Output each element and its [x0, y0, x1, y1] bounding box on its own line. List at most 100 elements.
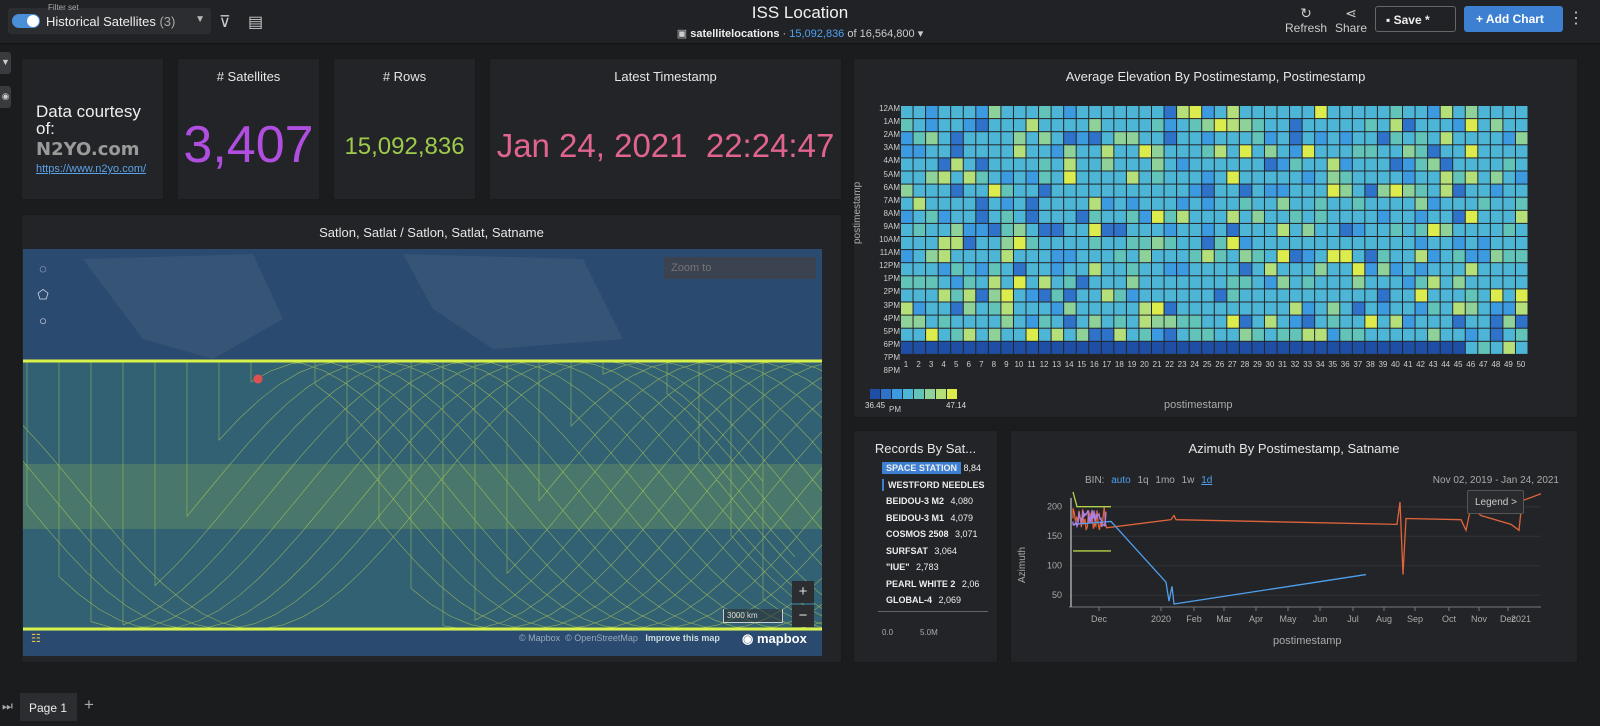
heatmap-cell[interactable]	[913, 341, 926, 354]
heatmap-cell[interactable]	[1440, 276, 1453, 289]
heatmap-cell[interactable]	[1440, 250, 1453, 263]
heatmap-cell[interactable]	[1214, 106, 1227, 119]
heatmap-cell[interactable]	[1415, 276, 1428, 289]
heatmap-cell[interactable]	[1415, 132, 1428, 145]
heatmap-cell[interactable]	[1327, 341, 1340, 354]
heatmap-cell[interactable]	[1189, 132, 1202, 145]
heatmap-cell[interactable]	[1415, 158, 1428, 171]
heatmap-cell[interactable]	[1039, 289, 1051, 302]
heatmap-cell[interactable]	[1101, 119, 1114, 132]
heatmap-cell[interactable]	[1076, 289, 1089, 302]
heatmap-cell[interactable]	[1089, 302, 1101, 315]
heatmap-cell[interactable]	[1252, 158, 1264, 171]
heatmap-cell[interactable]	[1327, 197, 1340, 210]
heatmap-cell[interactable]	[1377, 223, 1390, 236]
heatmap-cell[interactable]	[1076, 132, 1089, 145]
heatmap-cell[interactable]	[1051, 145, 1064, 158]
heatmap-cell[interactable]	[1327, 223, 1340, 236]
heatmap-cell[interactable]	[1089, 289, 1101, 302]
heatmap-cell[interactable]	[1277, 158, 1290, 171]
heatmap-cell[interactable]	[1277, 197, 1290, 210]
heatmap-cell[interactable]	[913, 289, 926, 302]
heatmap-cell[interactable]	[988, 197, 1001, 210]
heatmap-cell[interactable]	[1214, 237, 1227, 250]
heatmap-cell[interactable]	[1490, 302, 1503, 315]
heatmap-cell[interactable]	[1365, 145, 1377, 158]
heatmap-cell[interactable]	[1252, 341, 1264, 354]
heatmap-cell[interactable]	[1365, 210, 1377, 223]
heatmap-cell[interactable]	[963, 263, 976, 276]
heatmap-cell[interactable]	[1239, 119, 1252, 132]
heatmap-cell[interactable]	[1415, 315, 1428, 328]
heatmap-cell[interactable]	[1051, 119, 1064, 132]
heatmap-cell[interactable]	[1377, 145, 1390, 158]
heatmap-cell[interactable]	[1365, 158, 1377, 171]
heatmap-cell[interactable]	[1252, 184, 1264, 197]
heatmap-cell[interactable]	[988, 132, 1001, 145]
heatmap-cell[interactable]	[1403, 263, 1415, 276]
heatmap-cell[interactable]	[1189, 197, 1202, 210]
heatmap-cell[interactable]	[901, 158, 913, 171]
heatmap-cell[interactable]	[1277, 315, 1290, 328]
heatmap-cell[interactable]	[1503, 145, 1515, 158]
heatmap-cell[interactable]	[1114, 210, 1126, 223]
heatmap-cell[interactable]	[1076, 328, 1089, 341]
heatmap-cell[interactable]	[1227, 263, 1239, 276]
heatmap-cell[interactable]	[1465, 315, 1478, 328]
heatmap-cell[interactable]	[1352, 315, 1365, 328]
heatmap-cell[interactable]	[1152, 171, 1164, 184]
heatmap-cell[interactable]	[1202, 106, 1214, 119]
heatmap-cell[interactable]	[938, 289, 951, 302]
heatmap-cell[interactable]	[1478, 341, 1490, 354]
heatmap-cell[interactable]	[1302, 276, 1315, 289]
heatmap-cell[interactable]	[1440, 302, 1453, 315]
heatmap-cell[interactable]	[1001, 132, 1013, 145]
heatmap-cell[interactable]	[1290, 158, 1302, 171]
heatmap-cell[interactable]	[1227, 106, 1239, 119]
heatmap-cell[interactable]	[1189, 302, 1202, 315]
heatmap-cell[interactable]	[988, 328, 1001, 341]
heatmap-cell[interactable]	[1189, 158, 1202, 171]
heatmap-cell[interactable]	[1051, 171, 1064, 184]
attrib-osm[interactable]: © OpenStreetMap	[565, 633, 638, 643]
heatmap-cell[interactable]	[1114, 158, 1126, 171]
heatmap-cell[interactable]	[1352, 119, 1365, 132]
page-tab-1[interactable]: Page 1	[20, 693, 77, 721]
heatmap-cell[interactable]	[1189, 341, 1202, 354]
heatmap-cell[interactable]	[938, 328, 951, 341]
heatmap-cell[interactable]	[1114, 237, 1126, 250]
heatmap-cell[interactable]	[1352, 158, 1365, 171]
heatmap-cell[interactable]	[1039, 341, 1051, 354]
heatmap-cell[interactable]	[1139, 328, 1151, 341]
heatmap-cell[interactable]	[951, 223, 963, 236]
heatmap-cell[interactable]	[1365, 132, 1377, 145]
heatmap-cell[interactable]	[1189, 263, 1202, 276]
heatmap-cell[interactable]	[1114, 263, 1126, 276]
heatmap-cell[interactable]	[1039, 197, 1051, 210]
heatmap-cell[interactable]	[1227, 158, 1239, 171]
heatmap-cell[interactable]	[976, 328, 988, 341]
heatmap-cell[interactable]	[951, 158, 963, 171]
heatmap-cell[interactable]	[938, 106, 951, 119]
heatmap-cell[interactable]	[913, 210, 926, 223]
heatmap-cell[interactable]	[1403, 315, 1415, 328]
records-bar-row[interactable]: PEARL WHITE 2 2,06	[882, 579, 979, 593]
heatmap-cell[interactable]	[1001, 315, 1013, 328]
heatmap-cell[interactable]	[1365, 119, 1377, 132]
heatmap-cell[interactable]	[1001, 197, 1013, 210]
heatmap-cell[interactable]	[1390, 132, 1402, 145]
heatmap-cell[interactable]	[1164, 289, 1177, 302]
heatmap-cell[interactable]	[1315, 263, 1327, 276]
heatmap-cell[interactable]	[1440, 341, 1453, 354]
heatmap-cell[interactable]	[1252, 145, 1264, 158]
heatmap-cell[interactable]	[1465, 197, 1478, 210]
heatmap-cell[interactable]	[1152, 210, 1164, 223]
heatmap-cell[interactable]	[1152, 302, 1164, 315]
heatmap-cell[interactable]	[1189, 289, 1202, 302]
heatmap-cell[interactable]	[1001, 145, 1013, 158]
heatmap-cell[interactable]	[976, 171, 988, 184]
heatmap-cell[interactable]	[1239, 223, 1252, 236]
heatmap-cell[interactable]	[1051, 223, 1064, 236]
heatmap-cell[interactable]	[1453, 341, 1465, 354]
heatmap-cell[interactable]	[1026, 132, 1039, 145]
